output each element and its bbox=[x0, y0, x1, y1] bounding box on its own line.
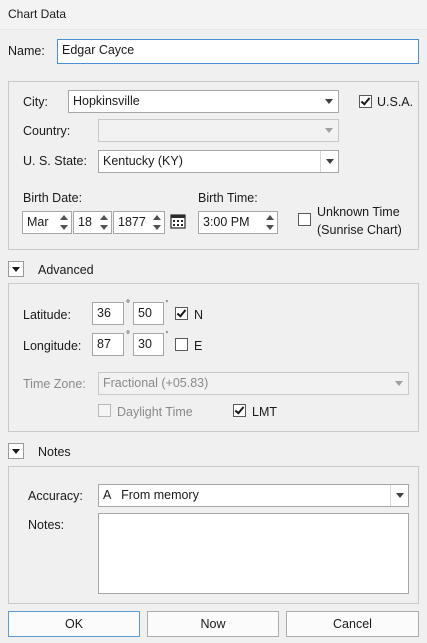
usa-label: U.S.A. bbox=[377, 95, 414, 109]
chevron-down-icon[interactable] bbox=[320, 151, 338, 172]
notes-label: Notes: bbox=[28, 518, 65, 532]
now-button[interactable]: Now bbox=[147, 611, 279, 637]
city-value: Hopkinsville bbox=[73, 94, 140, 108]
spinner-arrows-icon[interactable] bbox=[152, 212, 164, 233]
lmt-label: LMT bbox=[252, 405, 277, 419]
advanced-header: Advanced bbox=[38, 263, 94, 277]
usa-checkbox[interactable] bbox=[359, 95, 372, 108]
degree-symbol: ° bbox=[126, 330, 130, 341]
unknown-time-label-line1: Unknown Time bbox=[317, 205, 400, 219]
birth-year-value: 1877 bbox=[118, 215, 146, 229]
chevron-down-icon[interactable] bbox=[320, 91, 338, 112]
city-combo[interactable]: Hopkinsville bbox=[68, 90, 339, 113]
timezone-combo[interactable]: Fractional (+05.83) bbox=[98, 372, 409, 395]
degree-symbol: ° bbox=[126, 299, 130, 310]
latitude-minutes-input[interactable]: 50 bbox=[133, 302, 164, 325]
state-combo[interactable]: Kentucky (KY) bbox=[98, 150, 339, 173]
longitude-degrees-input[interactable]: 87 bbox=[92, 333, 124, 356]
notes-collapse-toggle[interactable] bbox=[8, 443, 24, 459]
longitude-label: Longitude: bbox=[23, 339, 82, 353]
latitude-label: Latitude: bbox=[23, 308, 71, 322]
accuracy-value: A From memory bbox=[103, 488, 199, 502]
window-title: Chart Data bbox=[8, 7, 67, 21]
longitude-east-label: E bbox=[194, 339, 203, 353]
lmt-checkbox[interactable] bbox=[233, 404, 246, 417]
checkmark-icon bbox=[234, 404, 245, 415]
cancel-button[interactable]: Cancel bbox=[286, 611, 419, 637]
unknown-time-checkbox[interactable] bbox=[298, 213, 311, 226]
accuracy-combo[interactable]: A From memory bbox=[98, 484, 409, 507]
advanced-panel bbox=[8, 283, 419, 432]
birth-time-value: 3:00 PM bbox=[203, 215, 250, 229]
birth-day-value: 18 bbox=[78, 215, 92, 229]
birth-year-spinner[interactable]: 1877 bbox=[113, 211, 165, 234]
daylight-time-label: Daylight Time bbox=[117, 405, 193, 419]
birth-month-value: Mar bbox=[27, 215, 49, 229]
country-combo[interactable] bbox=[98, 119, 339, 142]
birth-date-label: Birth Date: bbox=[23, 191, 83, 205]
spinner-arrows-icon[interactable] bbox=[265, 212, 277, 233]
chevron-down-icon[interactable] bbox=[390, 373, 408, 394]
name-label: Name: bbox=[8, 44, 45, 58]
timezone-value: Fractional (+05.83) bbox=[103, 376, 209, 390]
name-input[interactable]: Edgar Cayce bbox=[57, 39, 419, 64]
minute-symbol: ' bbox=[166, 330, 168, 341]
longitude-east-checkbox[interactable] bbox=[175, 338, 188, 351]
birth-month-spinner[interactable]: Mar bbox=[22, 211, 72, 234]
timezone-label: Time Zone: bbox=[23, 377, 86, 391]
latitude-north-checkbox[interactable] bbox=[175, 307, 188, 320]
state-value: Kentucky (KY) bbox=[103, 154, 183, 168]
minute-symbol: ' bbox=[166, 299, 168, 310]
latitude-degrees-input[interactable]: 36 bbox=[92, 302, 124, 325]
unknown-time-label-line2: (Sunrise Chart) bbox=[317, 223, 402, 237]
spinner-arrows-icon[interactable] bbox=[59, 212, 71, 233]
country-label: Country: bbox=[23, 124, 71, 138]
accuracy-label: Accuracy: bbox=[28, 489, 83, 503]
checkmark-icon bbox=[360, 95, 371, 106]
checkmark-icon bbox=[176, 307, 187, 318]
calendar-icon[interactable] bbox=[170, 213, 186, 229]
notes-textarea[interactable] bbox=[98, 513, 409, 594]
ok-button[interactable]: OK bbox=[8, 611, 140, 637]
birth-day-spinner[interactable]: 18 bbox=[73, 211, 112, 234]
latitude-north-label: N bbox=[194, 308, 204, 322]
longitude-minutes-input[interactable]: 30 bbox=[133, 333, 164, 356]
birth-time-label: Birth Time: bbox=[198, 191, 258, 205]
notes-header: Notes bbox=[38, 445, 71, 459]
chevron-down-icon[interactable] bbox=[320, 120, 338, 141]
advanced-collapse-toggle[interactable] bbox=[8, 261, 24, 277]
city-label: City: bbox=[23, 95, 48, 109]
birth-time-spinner[interactable]: 3:00 PM bbox=[198, 211, 278, 234]
daylight-time-checkbox[interactable] bbox=[98, 404, 111, 417]
spinner-arrows-icon[interactable] bbox=[99, 212, 111, 233]
chevron-down-icon[interactable] bbox=[390, 485, 408, 506]
state-label: U. S. State: bbox=[23, 154, 87, 168]
